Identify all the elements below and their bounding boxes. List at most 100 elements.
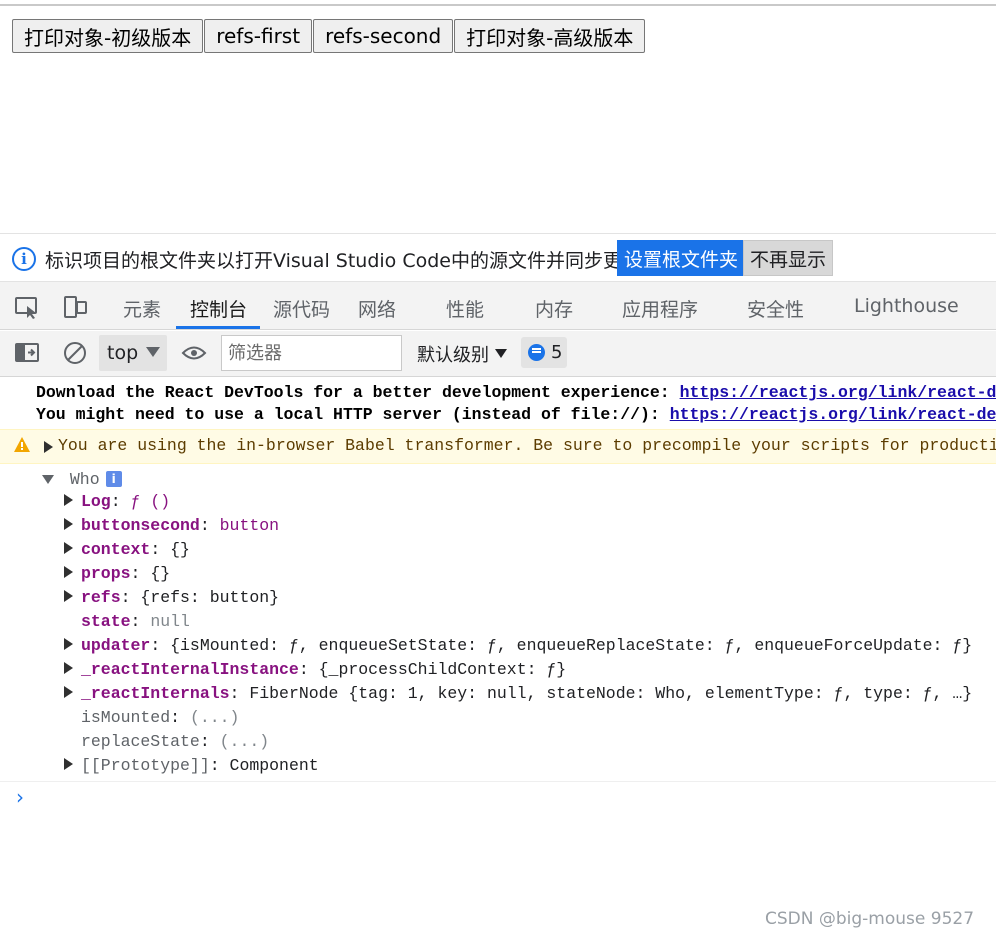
- object-property-row[interactable]: [[Prototype]]: Component: [64, 756, 996, 775]
- console-prompt-icon[interactable]: ›: [16, 785, 24, 809]
- property-value: {refs: button}: [140, 588, 280, 607]
- tab-sources[interactable]: 源代码: [273, 295, 330, 322]
- property-value: button: [219, 516, 280, 535]
- active-tab-indicator: [176, 326, 260, 329]
- collapse-arrow-icon[interactable]: [42, 475, 54, 484]
- expand-arrow-icon[interactable]: [44, 441, 53, 453]
- property-separator: :: [130, 564, 151, 583]
- sidebar-toggle-icon[interactable]: [14, 341, 40, 365]
- property-key: isMounted: [81, 708, 171, 727]
- object-property-row: replaceState: (...): [64, 732, 996, 751]
- property-separator: :: [150, 636, 171, 655]
- live-expression-eye-icon[interactable]: [181, 343, 207, 363]
- property-key: buttonsecond: [81, 516, 200, 535]
- property-separator: :: [298, 660, 319, 679]
- object-property-row[interactable]: _reactInternals: FiberNode {tag: 1, key:…: [64, 684, 996, 703]
- warning-text: You are using the in-browser Babel trans…: [58, 436, 996, 455]
- expand-arrow-icon[interactable]: [64, 494, 73, 506]
- refs-second-button[interactable]: refs-second: [313, 19, 454, 53]
- print-object-basic-button[interactable]: 打印对象-初级版本: [12, 19, 204, 53]
- property-separator: :: [199, 732, 220, 751]
- property-key: _reactInternals: [81, 684, 230, 703]
- property-separator: :: [199, 516, 220, 535]
- tab-memory[interactable]: 内存: [535, 295, 573, 322]
- set-root-folder-button[interactable]: 设置根文件夹: [617, 240, 746, 276]
- tab-performance[interactable]: 性能: [446, 295, 484, 322]
- property-value: {_processChildContext: ƒ}: [318, 660, 567, 679]
- expand-arrow-icon[interactable]: [64, 518, 73, 530]
- property-separator: :: [110, 492, 131, 511]
- tab-network[interactable]: 网络: [358, 295, 396, 322]
- object-property-row[interactable]: updater: {isMounted: ƒ, enqueueSetState:…: [64, 636, 996, 655]
- property-value: FiberNode {tag: 1, key: null, stateNode:…: [249, 684, 973, 703]
- console-message-text: You might need to use a local HTTP serve…: [36, 405, 670, 424]
- react-devtools-link[interactable]: https://reactjs.org/link/react-devtools: [680, 383, 996, 402]
- property-value: {}: [150, 564, 171, 583]
- chevron-down-icon: [146, 347, 160, 357]
- refs-first-button[interactable]: refs-first: [204, 19, 313, 53]
- property-value[interactable]: (...): [190, 708, 240, 727]
- object-property-row[interactable]: _reactInternalInstance: {_processChildCo…: [64, 660, 996, 679]
- dont-show-again-button[interactable]: 不再显示: [743, 240, 834, 276]
- console-message-http: You might need to use a local HTTP serve…: [36, 405, 996, 424]
- expand-arrow-icon[interactable]: [64, 566, 73, 578]
- object-header[interactable]: Who i: [42, 470, 996, 489]
- console-warning: You are using the in-browser Babel trans…: [0, 429, 996, 464]
- expand-arrow-icon[interactable]: [64, 758, 73, 770]
- object-property-row[interactable]: context: {}: [64, 540, 996, 559]
- property-key: props: [81, 564, 131, 583]
- property-key: Log: [81, 492, 111, 511]
- console-divider: [0, 781, 996, 782]
- expand-arrow-icon[interactable]: [64, 686, 73, 698]
- console-toolbar: top 默认级别 5: [0, 331, 996, 377]
- property-value: Component: [229, 756, 319, 775]
- infobar-message: 标识项目的根文件夹以打开Visual Studio Code中的源文件并同步更改…: [45, 250, 660, 272]
- device-toolbar-icon[interactable]: [62, 294, 88, 320]
- page-button-row: 打印对象-初级版本 refs-first refs-second 打印对象-高级…: [12, 19, 646, 53]
- tab-application[interactable]: 应用程序: [622, 295, 698, 322]
- issues-counter[interactable]: 5: [521, 337, 567, 368]
- object-property-row[interactable]: props: {}: [64, 564, 996, 583]
- object-property-row: isMounted: (...): [64, 708, 996, 727]
- object-property-row[interactable]: buttonsecond: button: [64, 516, 996, 535]
- property-key: context: [81, 540, 151, 559]
- print-object-advanced-button[interactable]: 打印对象-高级版本: [454, 19, 646, 53]
- property-value: null: [150, 612, 190, 631]
- property-separator: :: [120, 588, 141, 607]
- log-level-value: 默认级别: [417, 345, 489, 366]
- tab-console[interactable]: 控制台: [190, 295, 247, 322]
- context-selector-value: top: [107, 342, 139, 364]
- inspect-element-icon[interactable]: [14, 294, 40, 320]
- console-message-text: Download the React DevTools for a better…: [36, 383, 680, 402]
- tab-security[interactable]: 安全性: [747, 295, 804, 322]
- tab-elements[interactable]: 元素: [123, 295, 161, 322]
- object-name: Who: [69, 470, 100, 489]
- property-key: state: [81, 612, 131, 631]
- info-icon[interactable]: i: [105, 471, 122, 487]
- info-icon: i: [12, 247, 36, 271]
- property-separator: :: [150, 540, 171, 559]
- property-key: refs: [81, 588, 121, 607]
- property-value[interactable]: (...): [220, 732, 270, 751]
- property-key: _reactInternalInstance: [81, 660, 299, 679]
- expand-arrow-icon[interactable]: [64, 638, 73, 650]
- property-separator: :: [170, 708, 190, 727]
- property-value: {isMounted: ƒ, enqueueSetState: ƒ, enque…: [170, 636, 973, 655]
- object-property-row[interactable]: refs: {refs: button}: [64, 588, 996, 607]
- property-separator: :: [130, 612, 151, 631]
- react-devtools-faq-link[interactable]: https://reactjs.org/link/react-devtools-…: [670, 405, 996, 424]
- expand-arrow-icon[interactable]: [64, 542, 73, 554]
- expand-arrow-icon[interactable]: [64, 662, 73, 674]
- chevron-down-icon: [495, 349, 507, 358]
- expand-arrow-icon[interactable]: [64, 590, 73, 602]
- property-separator: :: [229, 684, 250, 703]
- property-separator: :: [209, 756, 230, 775]
- warning-icon: [14, 437, 30, 452]
- vscode-infobar: i 标识项目的根文件夹以打开Visual Studio Code中的源文件并同步…: [0, 233, 996, 282]
- clear-console-icon[interactable]: [62, 340, 88, 366]
- tab-lighthouse[interactable]: Lighthouse: [854, 295, 959, 317]
- console-filter-input[interactable]: [221, 335, 402, 371]
- object-property-row[interactable]: Log: ƒ (): [64, 492, 996, 511]
- log-level-selector[interactable]: 默认级别: [417, 341, 507, 367]
- context-selector[interactable]: top: [99, 335, 167, 371]
